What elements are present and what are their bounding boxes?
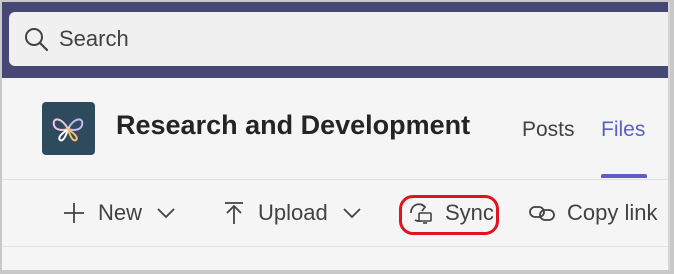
new-label: New <box>98 200 143 225</box>
active-tab-indicator <box>601 174 647 178</box>
sync-icon <box>410 203 432 224</box>
files-content-area <box>2 247 670 270</box>
new-button[interactable]: New <box>62 180 176 246</box>
link-icon <box>529 206 555 221</box>
upload-icon <box>225 202 243 224</box>
top-bar: Search <box>2 2 670 78</box>
window-edge <box>668 2 670 270</box>
copy-link-label: Copy link <box>567 200 658 225</box>
tab-files[interactable]: Files <box>601 118 645 142</box>
team-header: Research and Development Posts Files <box>2 78 670 180</box>
copy-link-button[interactable]: Copy link <box>529 180 657 246</box>
search-placeholder: Search <box>59 26 129 51</box>
upload-button[interactable]: Upload <box>222 180 362 246</box>
sync-button[interactable]: Sync <box>407 180 494 246</box>
chevron-down-icon <box>343 208 361 219</box>
sync-label: Sync <box>445 200 494 225</box>
team-logo-icon[interactable] <box>42 102 95 155</box>
butterfly-icon <box>52 118 84 142</box>
plus-icon <box>64 203 84 223</box>
search-icon <box>25 28 49 52</box>
tab-posts[interactable]: Posts <box>522 118 575 142</box>
chevron-down-icon <box>157 208 175 219</box>
command-bar: New Upload Sync Copy link <box>2 180 670 246</box>
teams-window: Search Research and Development Posts Fi… <box>2 2 670 270</box>
upload-label: Upload <box>258 200 328 225</box>
team-name: Research and Development <box>116 110 471 140</box>
search-box[interactable]: Search <box>9 12 670 66</box>
